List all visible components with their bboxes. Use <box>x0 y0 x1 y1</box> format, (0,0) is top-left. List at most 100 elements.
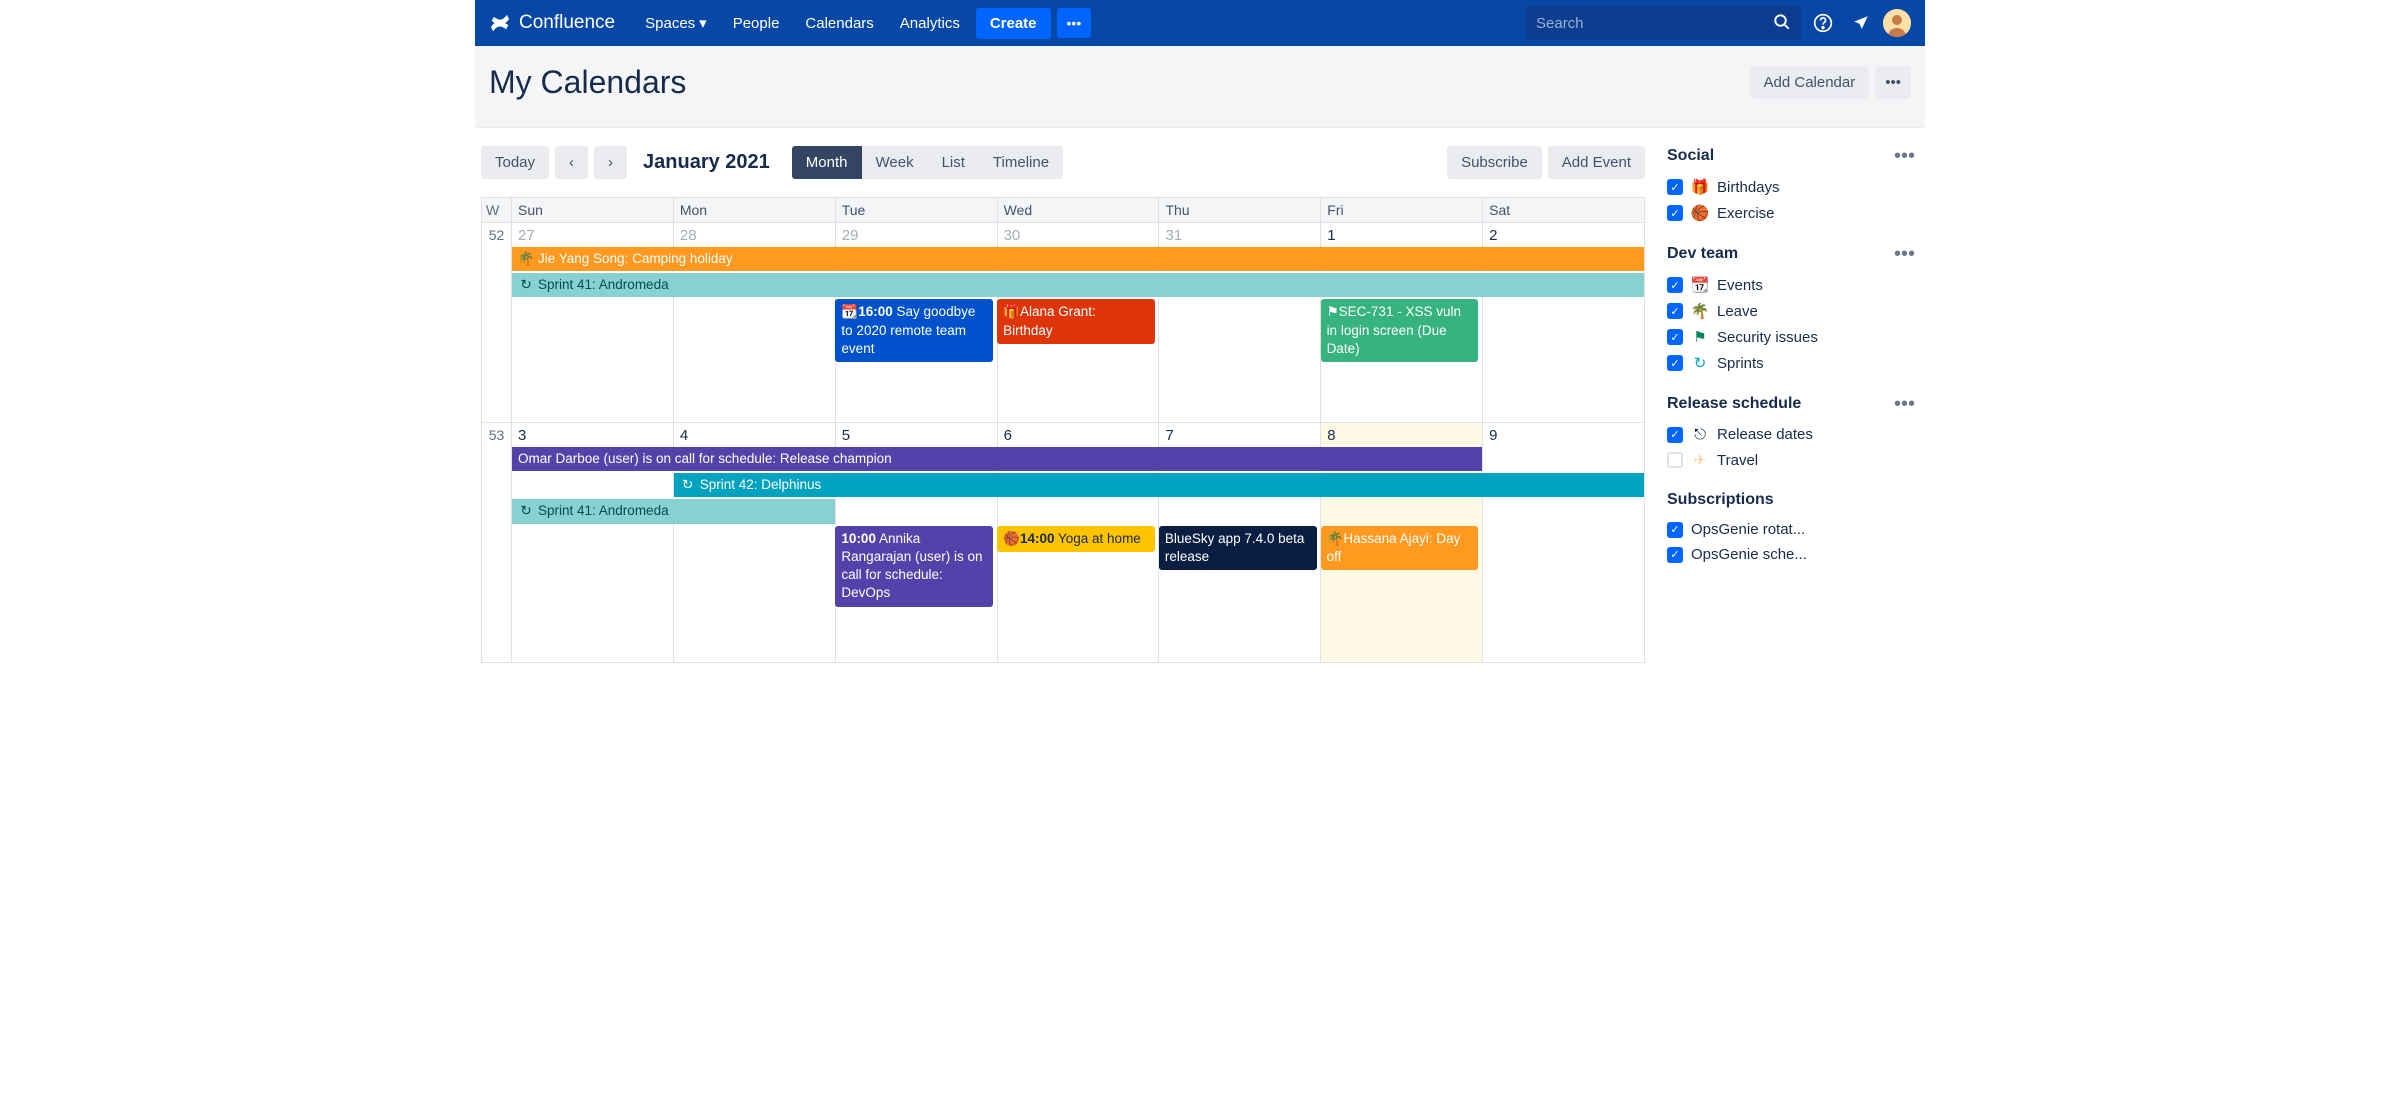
event-block[interactable]: 🌴Hassana Ajayi: Day off <box>1321 526 1479 570</box>
palm-icon: 🌴 <box>518 250 534 268</box>
calendar-main: Today ‹ › January 2021 Month Week List T… <box>481 128 1655 663</box>
search-icon[interactable] <box>1773 13 1791 34</box>
sidebar-group-title: Dev team <box>1667 245 1738 263</box>
event-bar[interactable]: 🌴Jie Yang Song: Camping holiday <box>512 247 1644 271</box>
sidebar-item[interactable]: ✓ OpsGenie rotat... <box>1667 517 1915 542</box>
today-button[interactable]: Today <box>481 146 549 179</box>
sidebar-item[interactable]: ✓📆Events <box>1667 272 1915 298</box>
sidebar-item[interactable]: ✓↻Sprints <box>1667 350 1915 376</box>
sidebar-item[interactable]: ✓ 🎁 Birthdays <box>1667 174 1915 200</box>
view-week[interactable]: Week <box>862 146 928 179</box>
checkbox[interactable]: ✓ <box>1667 522 1683 538</box>
ball-icon: 🏀 <box>1003 531 1020 546</box>
nav-spaces[interactable]: Spaces ▾ <box>635 8 717 38</box>
event-block[interactable]: 10:00 Annika Rangarajan (user) is on cal… <box>835 526 993 607</box>
sidebar-item[interactable]: ✓⚑Security issues <box>1667 324 1915 350</box>
palm-icon: 🌴 <box>1691 302 1709 320</box>
view-timeline[interactable]: Timeline <box>979 146 1063 179</box>
issue-icon: ⚑ <box>1327 304 1339 319</box>
sidebar-group: Subscriptions ✓ OpsGenie rotat... ✓ OpsGenie… <box>1667 491 1915 567</box>
nav-analytics[interactable]: Analytics <box>890 9 970 38</box>
calendar-toolbar: Today ‹ › January 2021 Month Week List T… <box>481 146 1645 179</box>
sidebar-item-label: OpsGenie sche... <box>1691 546 1807 563</box>
day-hdr: Sun <box>512 198 674 222</box>
week-number: 53 <box>482 423 512 662</box>
prev-button[interactable]: ‹ <box>555 146 588 179</box>
checkbox[interactable] <box>1667 452 1683 468</box>
page-header: My Calendars Add Calendar ••• <box>475 46 1925 128</box>
sidebar-item-label: OpsGenie rotat... <box>1691 521 1805 538</box>
event-bar[interactable]: Omar Darboe (user) is on call for schedu… <box>512 447 1482 471</box>
event-bar[interactable]: ↻Sprint 41: Andromeda <box>512 273 1644 297</box>
calendar-grid: W Sun Mon Tue Wed Thu Fri Sat 52 2728293… <box>481 197 1645 663</box>
day-hdr: Tue <box>836 198 998 222</box>
sidebar: Social ••• ✓ 🎁 Birthdays ✓ 🏀 Exercise Dev team ••… <box>1655 128 1925 663</box>
event-block[interactable]: ⚑SEC-731 - XSS vuln in login screen (Due… <box>1321 299 1479 362</box>
brand[interactable]: Confluence <box>489 12 615 34</box>
checkbox[interactable]: ✓ <box>1667 547 1683 563</box>
event-bar[interactable]: ↻Sprint 42: Delphinus <box>674 473 1644 497</box>
nav-people[interactable]: People <box>723 9 790 38</box>
checkbox[interactable]: ✓ <box>1667 329 1683 345</box>
sidebar-item[interactable]: ✓🌴Leave <box>1667 298 1915 324</box>
checkbox[interactable]: ✓ <box>1667 179 1683 195</box>
header-more-button[interactable]: ••• <box>1875 66 1911 99</box>
search-box[interactable] <box>1526 6 1801 40</box>
view-tabs: Month Week List Timeline <box>792 146 1063 179</box>
nav-more-button[interactable]: ••• <box>1057 8 1092 38</box>
event-block[interactable]: 🎁Alana Grant: Birthday <box>997 299 1155 343</box>
add-event-button[interactable]: Add Event <box>1548 146 1645 179</box>
sidebar-item[interactable]: ✓ 🏀 Exercise <box>1667 200 1915 226</box>
help-icon[interactable] <box>1807 7 1839 39</box>
checkbox[interactable]: ✓ <box>1667 205 1683 221</box>
sidebar-item-label: Travel <box>1717 452 1758 469</box>
checkbox[interactable]: ✓ <box>1667 277 1683 293</box>
page-title: My Calendars <box>489 64 686 101</box>
day-hdr: Thu <box>1159 198 1321 222</box>
create-button[interactable]: Create <box>976 8 1051 39</box>
gift-icon: 🎁 <box>1691 178 1709 196</box>
notification-icon[interactable] <box>1845 7 1877 39</box>
search-input[interactable] <box>1536 15 1773 32</box>
sidebar-group-title: Subscriptions <box>1667 491 1774 509</box>
view-list[interactable]: List <box>928 146 979 179</box>
event-block[interactable]: BlueSky app 7.4.0 beta release <box>1159 526 1317 570</box>
grid-header: W Sun Mon Tue Wed Thu Fri Sat <box>482 198 1644 223</box>
view-month[interactable]: Month <box>792 146 862 179</box>
checkbox[interactable]: ✓ <box>1667 355 1683 371</box>
week-number: 52 <box>482 223 512 422</box>
sidebar-item[interactable]: ✓ OpsGenie sche... <box>1667 542 1915 567</box>
event-block[interactable]: 🏀14:00 Yoga at home <box>997 526 1155 552</box>
event-block[interactable]: 📆16:00 Say goodbye to 2020 remote team e… <box>835 299 993 362</box>
chevron-left-icon: ‹ <box>569 154 574 171</box>
sidebar-item-label: Birthdays <box>1717 179 1780 196</box>
release-icon: ⎋ <box>1691 426 1709 443</box>
sidebar-group: Dev team•••✓📆Events✓🌴Leave✓⚑Security iss… <box>1667 244 1915 376</box>
group-more-button[interactable]: ••• <box>1894 244 1915 264</box>
group-more-button[interactable]: ••• <box>1894 394 1915 414</box>
sidebar-item-label: Exercise <box>1717 205 1775 222</box>
add-calendar-button[interactable]: Add Calendar <box>1750 66 1870 99</box>
sidebar-group: Social ••• ✓ 🎁 Birthdays ✓ 🏀 Exercise <box>1667 146 1915 226</box>
ball-icon: 🏀 <box>1691 204 1709 222</box>
top-nav: Confluence Spaces ▾ People Calendars Ana… <box>475 0 1925 46</box>
next-button[interactable]: › <box>594 146 627 179</box>
nav-calendars[interactable]: Calendars <box>795 9 883 38</box>
period-label: January 2021 <box>643 151 770 174</box>
sidebar-group-title: Social <box>1667 147 1714 165</box>
sidebar-item[interactable]: ✓ ⎋ Release dates <box>1667 422 1915 447</box>
day-hdr: Mon <box>674 198 836 222</box>
palm-icon: 🌴 <box>1327 531 1344 546</box>
sidebar-item[interactable]: ✈Travel <box>1667 447 1915 473</box>
sprint-icon: ↻ <box>518 276 534 294</box>
avatar[interactable] <box>1883 9 1911 37</box>
sidebar-item-label: Release dates <box>1717 426 1813 443</box>
checkbox[interactable]: ✓ <box>1667 303 1683 319</box>
day-hdr: Fri <box>1321 198 1483 222</box>
group-more-button[interactable]: ••• <box>1894 146 1915 166</box>
chevron-down-icon: ▾ <box>699 14 707 32</box>
subscribe-button[interactable]: Subscribe <box>1447 146 1542 179</box>
checkbox[interactable]: ✓ <box>1667 427 1683 443</box>
day-hdr: Sat <box>1483 198 1644 222</box>
sidebar-group-title: Release schedule <box>1667 395 1801 413</box>
